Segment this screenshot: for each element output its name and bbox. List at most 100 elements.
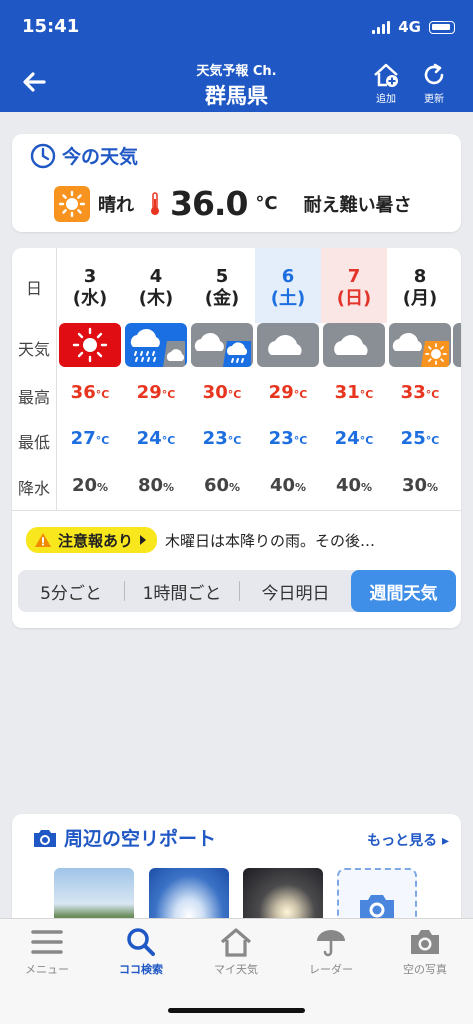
day-number: 3 — [83, 266, 97, 287]
refresh-button[interactable]: 更新 — [414, 62, 454, 105]
current-comment: 耐え難い暑さ — [303, 194, 412, 216]
signal-icon — [372, 20, 391, 34]
max-temp: 36°C — [70, 382, 110, 403]
current-temperature-unit: °C — [255, 193, 278, 214]
home-icon — [220, 928, 252, 957]
battery-icon — [429, 20, 455, 34]
warning-icon — [35, 533, 51, 547]
day-header: 7 (日) — [321, 248, 387, 323]
label-max: 最高 — [17, 388, 50, 407]
min-temp: 27°C — [70, 428, 110, 449]
current-condition: 晴れ — [98, 194, 134, 216]
sky-report-heading: 周辺の空リポート — [32, 824, 216, 851]
status-icons: 4G — [372, 18, 455, 36]
segment-hourly[interactable]: 1時間ごと — [125, 570, 239, 612]
current-weather-title: 今の天気 — [62, 146, 139, 168]
cloudy-rain-icon — [191, 323, 253, 367]
max-temp: 30°C — [202, 382, 242, 403]
umbrella-icon — [317, 930, 345, 957]
label-min: 最低 — [17, 433, 50, 452]
alert-row[interactable]: 注意報あり 木曜日は本降りの雨。その後… — [26, 527, 375, 553]
camera-icon — [34, 829, 56, 847]
rain-chance: 30% — [401, 475, 439, 496]
day-header: 6 (土) — [255, 248, 321, 323]
min-temp: 24°C — [334, 428, 374, 449]
day-of-week: (木) — [138, 288, 174, 309]
day-number: 4 — [149, 266, 163, 287]
current-weather-row: 晴れ 36.0 °C 耐え難い暑さ — [54, 184, 412, 223]
max-temp: 33°C — [400, 382, 440, 403]
day-of-week: (水) — [72, 288, 108, 309]
clock-icon — [30, 143, 56, 168]
forecast-day[interactable]: 6 (土) 29°C 23°C 40% — [255, 248, 321, 510]
add-button[interactable]: 追加 — [366, 62, 406, 105]
heavy-rain-cloudy-icon — [125, 323, 187, 367]
cloudy-icon — [453, 323, 461, 367]
alert-badge-label: 注意報あり — [58, 531, 134, 550]
min-temp: 24°C — [136, 428, 176, 449]
refresh-label: 更新 — [424, 94, 444, 105]
min-temp: 25°C — [400, 428, 440, 449]
forecast-day[interactable]: 7 (日) 31°C 24°C 40% — [321, 248, 387, 510]
forecast-day[interactable]: 5 (金) 30°C 23°C 60% — [189, 248, 255, 510]
sunny-icon — [54, 185, 90, 222]
home-add-icon — [374, 63, 398, 87]
tab-sky-photos[interactable]: 空の写真 — [378, 927, 472, 977]
day-of-week: (金) — [204, 288, 240, 309]
add-label: 追加 — [376, 94, 396, 105]
forecast-day[interactable]: 8 (月) 33°C 25°C 30% — [387, 248, 453, 510]
home-indicator — [168, 1008, 305, 1013]
status-time: 15:41 — [22, 16, 80, 37]
rain-chance: 40% — [335, 475, 373, 496]
cloudy-sunny-icon — [389, 323, 451, 367]
rain-chance: 60% — [203, 475, 241, 496]
row-labels: 日 天気 最高 最低 降水 — [12, 248, 56, 510]
tab-search[interactable]: ココ検索 — [94, 927, 188, 977]
network-label: 4G — [398, 18, 421, 36]
max-temp: 31°C — [334, 382, 374, 403]
day-header: 4 (木) — [123, 248, 189, 323]
refresh-icon — [424, 63, 444, 85]
day-of-week: (月) — [402, 288, 438, 309]
thermometer-icon — [151, 191, 159, 215]
segment-5min[interactable]: 5分ごと — [18, 570, 124, 612]
search-icon — [127, 928, 155, 956]
app-header: 15:41 4G 天気予報 Ch. 群馬県 追加 更新 — [0, 0, 473, 112]
day-header: 5 (金) — [189, 248, 255, 323]
forecast-day[interactable]: 3 (水) 36°C 27°C 20% — [57, 248, 123, 510]
sunny-extreme-heat-icon — [59, 323, 121, 367]
alert-badge[interactable]: 注意報あり — [26, 527, 158, 553]
more-link[interactable]: もっと見る ▸ — [367, 830, 449, 850]
label-rain: 降水 — [17, 479, 50, 498]
day-header: 8 (月) — [387, 248, 453, 323]
tab-my-weather[interactable]: マイ天気 — [189, 927, 283, 977]
day-number: 7 — [347, 266, 361, 287]
min-temp: 23°C — [202, 428, 242, 449]
segment-weekly[interactable]: 週間天気 — [351, 570, 456, 612]
forecast-day[interactable]: 4 (木) 29°C 24°C 80% — [123, 248, 189, 510]
max-temp: 29°C — [136, 382, 176, 403]
day-number: 5 — [215, 266, 229, 287]
menu-icon — [31, 930, 63, 954]
sky-report-title: 周辺の空リポート — [64, 828, 217, 850]
rain-chance: 80% — [137, 475, 175, 496]
current-temperature: 36.0 — [170, 184, 248, 223]
day-of-week: (日) — [336, 288, 372, 309]
label-day: 日 — [25, 279, 42, 298]
day-header: 3 (水) — [57, 248, 123, 323]
camera-icon — [411, 930, 439, 954]
tab-radar[interactable]: レーダー — [284, 927, 378, 977]
rain-chance: 20% — [71, 475, 109, 496]
day-number: 6 — [281, 266, 295, 287]
max-temp: 29°C — [268, 382, 308, 403]
label-weather: 天気 — [17, 340, 50, 359]
tab-menu[interactable]: メニュー — [0, 927, 94, 977]
alert-text: 木曜日は本降りの雨。その後… — [165, 531, 376, 550]
segment-today-tomorrow[interactable]: 今日明日 — [240, 570, 351, 612]
rain-chance: 40% — [269, 475, 307, 496]
min-temp: 23°C — [268, 428, 308, 449]
view-segmented-control: 5分ごと 1時間ごと 今日明日 週間天気 — [18, 570, 456, 612]
chevron-right-icon — [140, 535, 147, 545]
card-divider — [12, 510, 461, 511]
current-weather-card[interactable]: 今の天気 晴れ 36.0 °C 耐え難い暑さ — [12, 134, 461, 232]
